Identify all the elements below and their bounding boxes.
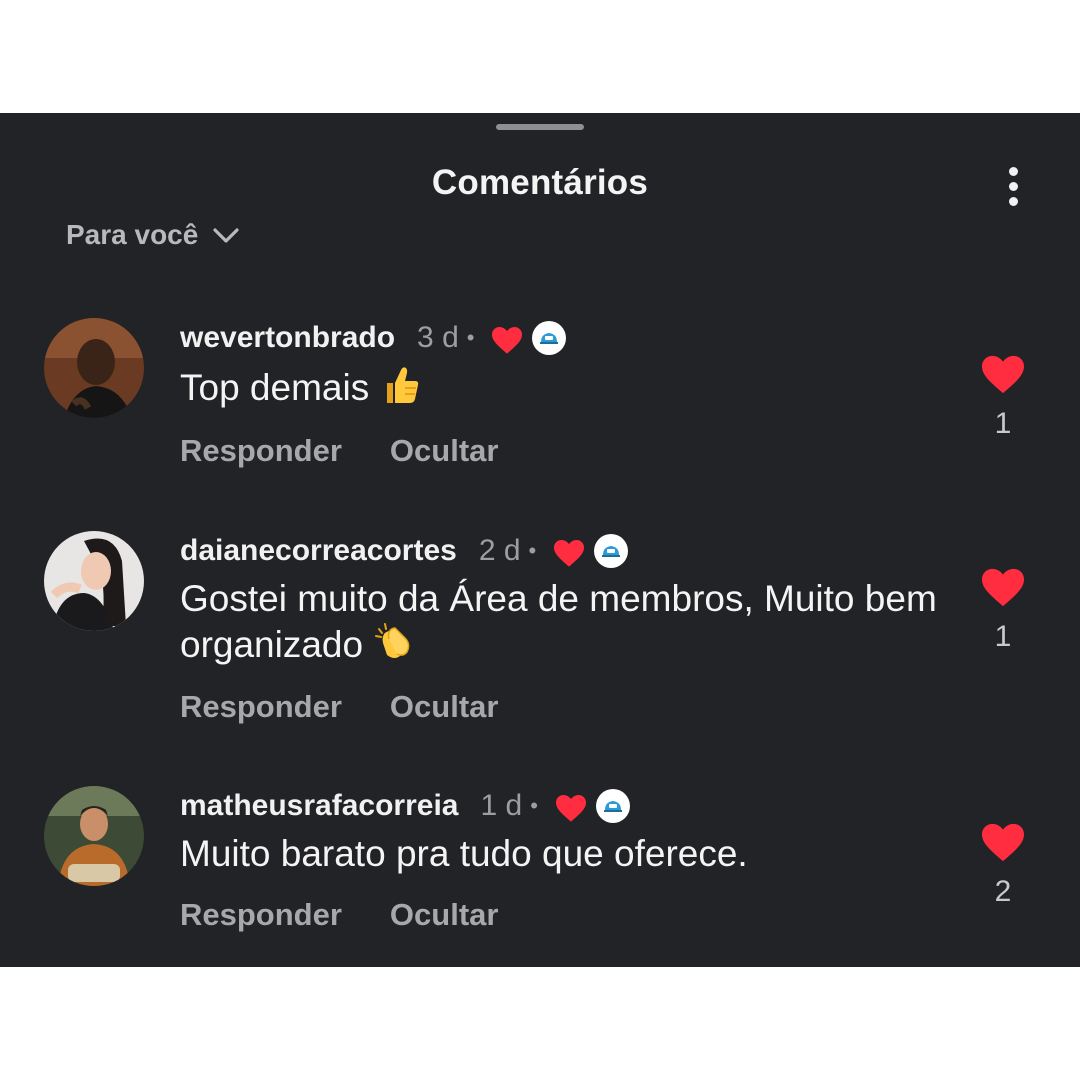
comment-text: Gostei muito da Área de membros, Muito b… [180,577,940,667]
reply-button[interactable]: Responder [180,897,342,933]
comment-actions: Responder Ocultar [180,897,498,933]
like-heart-icon[interactable] [980,821,1026,863]
sheet-title: Comentários [431,163,649,202]
avatar[interactable] [44,531,144,631]
hide-button[interactable]: Ocultar [390,433,499,469]
more-options-button[interactable] [998,163,1030,211]
avatar[interactable] [44,786,144,886]
comment-actions: Responder Ocultar [180,689,498,725]
meta-separator: • [530,793,538,818]
vertical-ellipsis-dot [1009,182,1018,191]
reply-button[interactable]: Responder [180,433,342,469]
comment-time: 3 d [417,321,459,354]
comment-username[interactable]: daianecorreacortes [180,534,457,568]
clapping-hands-icon [375,623,410,658]
avatar[interactable] [44,318,144,418]
comment-time: 2 d [478,534,521,567]
creator-logo-icon [603,801,622,812]
comments-sheet: Comentários Para você wevertonbrado 3 d … [0,113,1080,967]
comment-text-content: Top demais [180,367,370,408]
hide-button[interactable]: Ocultar [390,897,499,933]
reply-button[interactable]: Responder [180,689,342,725]
comment-actions: Responder Ocultar [180,433,498,469]
comment-meta: matheusrafacorreia 1 d • [180,786,630,826]
creator-liked-heart-icon [554,540,585,567]
vertical-ellipsis-icon [1009,167,1018,176]
chevron-down-icon [213,228,239,243]
sort-label: Para você [66,219,199,250]
creator-avatar-badge [595,789,630,823]
meta-separator: • [466,325,475,350]
comment-meta: daianecorreacortes 2 d • [180,531,629,571]
creator-liked-heart-icon [492,327,523,354]
creator-logo-icon [602,546,621,557]
creator-avatar-badge [532,321,567,355]
comment-item: wevertonbrado 3 d • Top demais Responder [0,318,1080,518]
like-heart-icon[interactable] [980,566,1026,608]
comment-text-content: Gostei muito da Área de membros, Muito b… [180,578,937,665]
like-heart-icon[interactable] [980,353,1026,395]
comment-username[interactable]: matheusrafacorreia [180,789,458,823]
drag-handle[interactable] [496,124,584,130]
hide-button[interactable]: Ocultar [390,689,499,725]
comment-text: Muito barato pra tudo que oferece. [180,832,940,876]
meta-separator: • [528,538,537,563]
like-column: 1 [978,566,1028,654]
like-count: 2 [994,875,1012,908]
comment-time: 1 d [480,789,523,822]
like-count: 1 [994,620,1012,653]
like-column: 2 [978,821,1028,909]
sort-dropdown[interactable]: Para você [66,217,240,253]
creator-logo-icon [540,333,559,344]
like-column: 1 [978,353,1028,441]
comment-meta: wevertonbrado 3 d • [180,318,567,358]
creator-avatar-badge [594,534,629,568]
comment-item: matheusrafacorreia 1 d • Muito barato pr… [0,786,1080,986]
comment-username[interactable]: wevertonbrado [180,321,395,355]
like-count: 1 [994,407,1012,440]
creator-liked-heart-icon [555,795,586,822]
comment-text: Top demais [180,364,940,410]
comment-text-content: Muito barato pra tudo que oferece. [180,833,748,874]
vertical-ellipsis-dot [1009,197,1018,206]
thumbs-up-icon [387,367,419,403]
comment-item: daianecorreacortes 2 d • Gostei muito da… [0,531,1080,731]
